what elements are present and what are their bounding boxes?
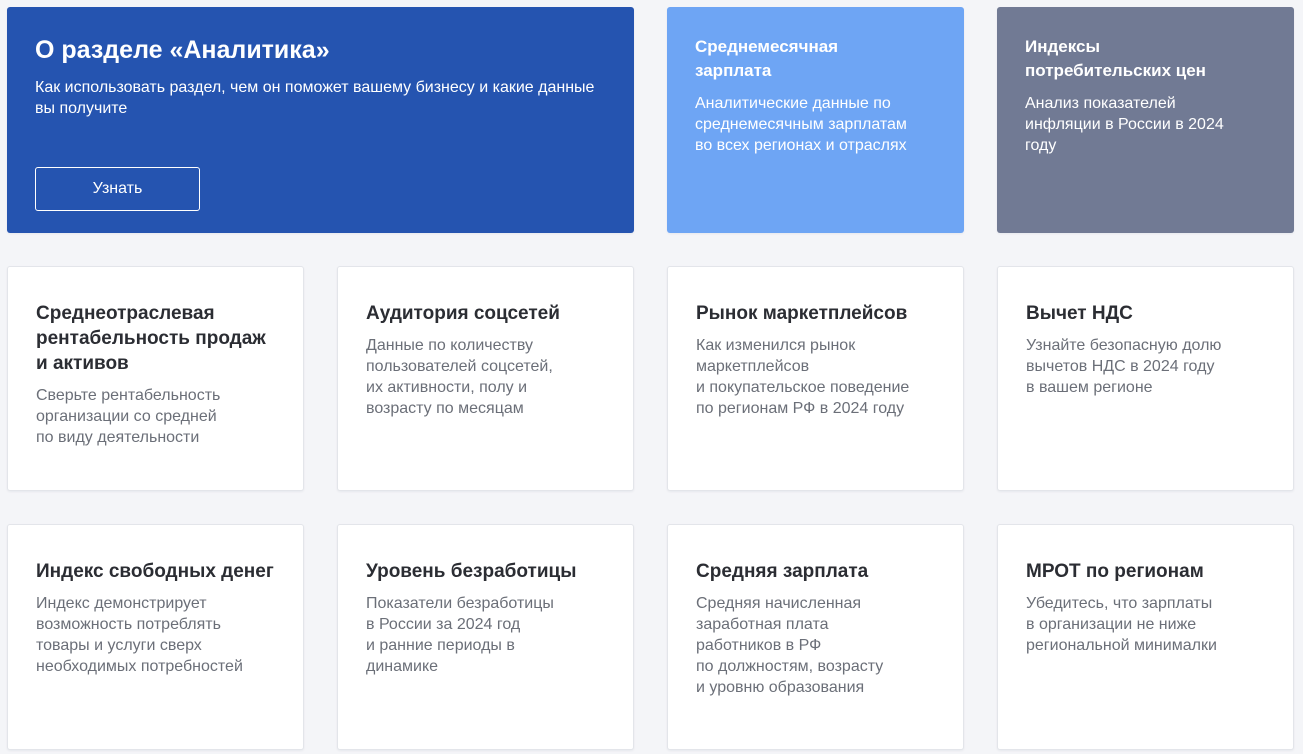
card-average-salary[interactable]: Средняя зарплата Средняя начисленная зар… <box>667 524 964 750</box>
card-description: Индекс демонстрирует возможность потребл… <box>36 595 243 675</box>
card-title: Индексы потребительских цен <box>1025 37 1206 80</box>
hero-title: О разделе «Аналитика» <box>35 36 330 64</box>
card-description: Средняя начисленная заработная плата раб… <box>696 595 884 696</box>
card-vat-deduction[interactable]: Вычет НДС Узнайте безопасную долю вычето… <box>997 266 1294 491</box>
card-unemployment-rate[interactable]: Уровень безработицы Показатели безработи… <box>337 524 634 750</box>
card-description: Как изменился рынок маркетплейсов и поку… <box>696 337 910 417</box>
card-minimum-wage-regions[interactable]: МРОТ по регионам Убедитесь, что зарплаты… <box>997 524 1294 750</box>
card-description: Сверьте рентабельность организации со ср… <box>36 387 221 446</box>
hero-card-about-analytics[interactable]: О разделе «Аналитика» Как использовать р… <box>7 7 634 233</box>
card-description: Данные по количеству пользователей соцсе… <box>366 337 553 417</box>
hero-description: Как использовать раздел, чем он поможет … <box>35 79 595 117</box>
card-title: Уровень безработицы <box>366 561 577 582</box>
card-title: Среднемесячная зарплата <box>695 37 839 80</box>
card-title: Аудитория соцсетей <box>366 303 560 324</box>
card-title: Вычет НДС <box>1026 303 1133 324</box>
card-average-monthly-salary[interactable]: Среднемесячная зарплата Аналитические да… <box>667 7 964 233</box>
analytics-grid: О разделе «Аналитика» Как использовать р… <box>0 0 1303 754</box>
card-title: Среднеотраслевая рентабельность продаж и… <box>36 303 266 374</box>
card-description: Показатели безработицы в России за 2024 … <box>366 595 554 675</box>
card-consumer-price-index[interactable]: Индексы потребительских цен Анализ показ… <box>997 7 1294 233</box>
card-marketplace-market[interactable]: Рынок маркетплейсов Как изменился рынок … <box>667 266 964 491</box>
card-industry-profitability[interactable]: Среднеотраслевая рентабельность продаж и… <box>7 266 304 491</box>
learn-more-button[interactable]: Узнать <box>35 167 200 211</box>
card-description: Узнайте безопасную долю вычетов НДС в 20… <box>1026 337 1222 396</box>
card-title: Рынок маркетплейсов <box>696 303 908 324</box>
card-description: Убедитесь, что зарплаты в организации не… <box>1026 595 1217 654</box>
card-free-money-index[interactable]: Индекс свободных денег Индекс демонстрир… <box>7 524 304 750</box>
card-title: МРОТ по регионам <box>1026 561 1204 582</box>
card-title: Индекс свободных денег <box>36 561 274 582</box>
card-description: Анализ показателей инфляции в России в 2… <box>1025 95 1224 154</box>
card-description: Аналитические данные по среднемесячным з… <box>695 95 907 154</box>
card-title: Средняя зарплата <box>696 561 869 582</box>
card-social-audience[interactable]: Аудитория соцсетей Данные по количеству … <box>337 266 634 491</box>
